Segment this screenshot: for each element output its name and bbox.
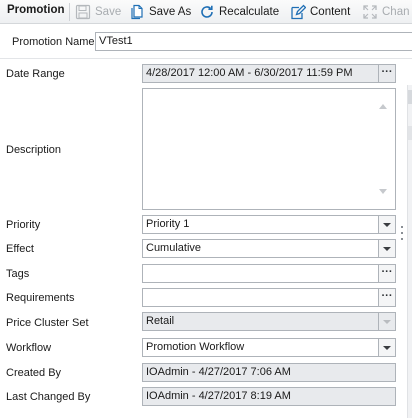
recalculate-label: Recalculate: [219, 6, 280, 18]
toolbar-title: Promotion: [7, 4, 65, 16]
date-range-field[interactable]: 4/28/2017 12:00 AM - 6/30/2017 11:59 PM …: [142, 64, 396, 83]
price-cluster-dropdown-button[interactable]: [378, 313, 395, 330]
save-button[interactable]: Save: [75, 3, 121, 21]
content-label: Content: [310, 6, 351, 18]
floppy-disk-icon: [75, 4, 91, 20]
ellipsis-icon: ···: [381, 289, 393, 302]
scroll-down-icon[interactable]: [379, 189, 387, 194]
price-cluster-set-label: Price Cluster Set: [6, 317, 89, 329]
ellipsis-icon: ···: [381, 65, 393, 78]
expand-arrows-icon: [363, 5, 377, 19]
workflow-label: Workflow: [6, 342, 52, 354]
save-as-label: Save As: [149, 6, 192, 18]
tags-ellipsis-button[interactable]: ···: [378, 265, 395, 282]
chevron-down-icon: [383, 345, 391, 350]
tags-field[interactable]: ···: [142, 264, 396, 283]
date-range-label: Date Range: [6, 68, 65, 80]
last-changed-by-field: IOAdmin - 4/27/2017 8:19 AM: [142, 387, 396, 406]
description-label: Description: [6, 144, 62, 156]
price-cluster-set-value: Retail: [146, 315, 175, 327]
chevron-down-icon: [383, 246, 391, 251]
content-button[interactable]: Content: [290, 3, 350, 21]
promotion-name-value: VTest1: [99, 35, 133, 47]
last-changed-by-value: IOAdmin - 4/27/2017 8:19 AM: [146, 390, 291, 402]
change-label: Chan: [382, 6, 410, 18]
date-range-value: 4/28/2017 12:00 AM - 6/30/2017 11:59 PM: [146, 67, 353, 79]
priority-select[interactable]: Priority 1: [142, 215, 396, 234]
created-by-value: IOAdmin - 4/27/2017 7:06 AM: [146, 366, 291, 378]
effect-value: Cumulative: [146, 242, 202, 254]
side-panel-tab[interactable]: [408, 126, 412, 140]
toolbar: Promotion Save Save As Recalculate Conte…: [0, 0, 412, 24]
requirements-ellipsis-button[interactable]: ···: [378, 289, 395, 306]
effect-select[interactable]: Cumulative: [142, 239, 396, 258]
description-textarea[interactable]: [142, 88, 396, 210]
promotion-name-input[interactable]: VTest1: [95, 32, 412, 51]
priority-value: Priority 1: [146, 218, 190, 230]
workflow-value: Promotion Workflow: [146, 341, 245, 353]
ellipsis-icon: ···: [381, 265, 393, 278]
refresh-icon: [201, 5, 213, 18]
created-by-label: Created By: [6, 367, 62, 379]
document-copy-icon: [131, 4, 143, 20]
tags-label: Tags: [6, 268, 30, 280]
price-cluster-set-select[interactable]: Retail: [142, 312, 396, 331]
effect-label: Effect: [6, 243, 34, 255]
chevron-down-icon: [383, 222, 391, 227]
save-as-button[interactable]: Save As: [129, 3, 191, 21]
change-button[interactable]: Chan: [362, 3, 410, 21]
recalculate-button[interactable]: Recalculate: [199, 3, 279, 21]
effect-dropdown-button[interactable]: [378, 240, 395, 257]
workflow-select[interactable]: Promotion Workflow: [142, 338, 396, 357]
requirements-label: Requirements: [6, 292, 75, 304]
side-panel-tab[interactable]: [408, 90, 412, 104]
section-divider: [0, 58, 412, 59]
priority-dropdown-button[interactable]: [378, 216, 395, 233]
splitter-grip[interactable]: [401, 226, 403, 240]
created-by-field: IOAdmin - 4/27/2017 7:06 AM: [142, 363, 396, 382]
priority-label: Priority: [6, 219, 41, 231]
toolbar-separator: [69, 3, 70, 21]
scroll-up-icon[interactable]: [379, 104, 387, 109]
date-range-ellipsis-button[interactable]: ···: [378, 65, 395, 82]
last-changed-by-label: Last Changed By: [6, 391, 91, 403]
save-label: Save: [95, 6, 122, 18]
workflow-dropdown-button[interactable]: [378, 339, 395, 356]
chevron-down-icon: [383, 319, 391, 324]
edit-document-icon: [291, 4, 306, 20]
requirements-field[interactable]: ···: [142, 288, 396, 307]
promotion-name-label: Promotion Name: [12, 36, 95, 48]
